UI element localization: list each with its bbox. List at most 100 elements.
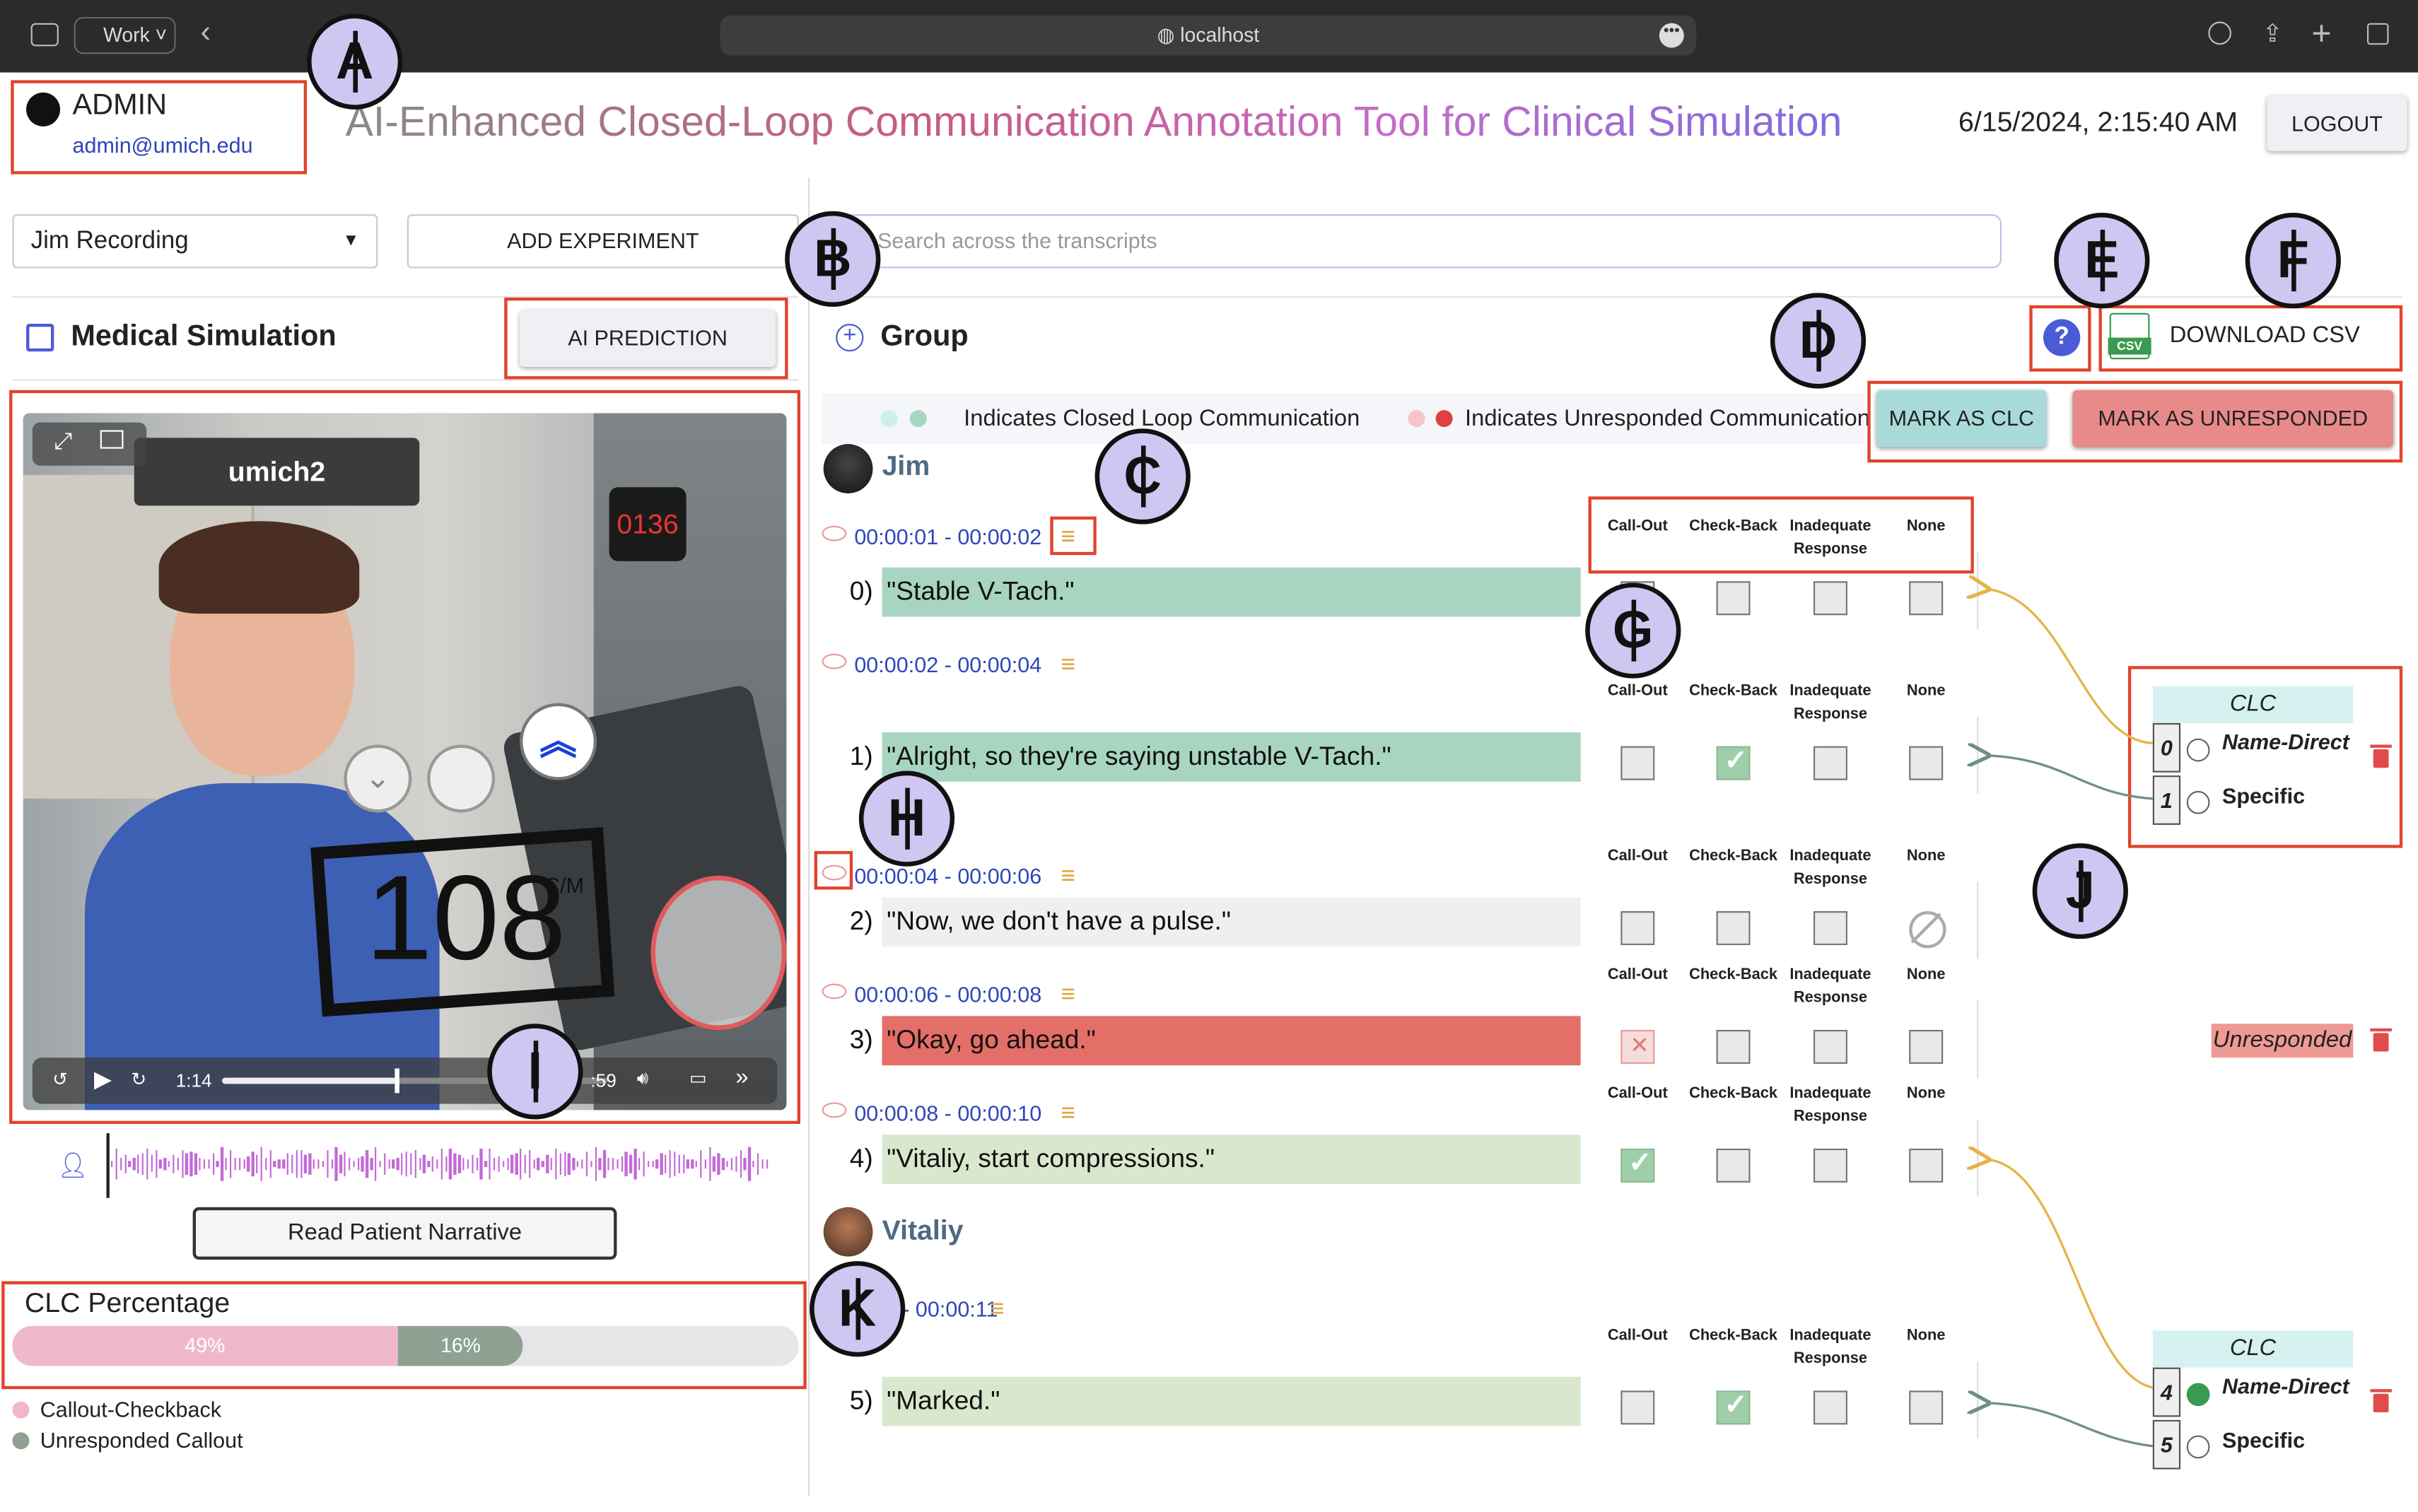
add-experiment-button[interactable]: ADD EXPERIMENT: [407, 214, 799, 269]
waveform-bar: [440, 1149, 443, 1179]
clc-row-radio[interactable]: [2186, 790, 2210, 814]
waveform-bar: [687, 1159, 689, 1168]
download-icon[interactable]: [2208, 21, 2232, 45]
fullscreen-icon[interactable]: ⤢: [54, 428, 72, 455]
label-checkbox[interactable]: [1813, 1390, 1847, 1425]
waveform-bar: [278, 1159, 281, 1168]
ai-prediction-button[interactable]: AI PREDICTION: [520, 310, 776, 368]
waveform-bar: [682, 1154, 685, 1174]
skip-icon[interactable]: »: [735, 1064, 748, 1090]
clc-row-radio-checked[interactable]: [2186, 1383, 2210, 1407]
visibility-icon[interactable]: [822, 653, 847, 669]
utterance-timestamp[interactable]: 00:00:02 - 00:00:04: [854, 652, 1041, 677]
utterance-text[interactable]: "Vitaliy, start compressions.": [882, 1135, 1581, 1185]
delete-unresponded-icon[interactable]: [2370, 1028, 2392, 1052]
edit-note-icon[interactable]: ≡: [1061, 652, 1075, 680]
user-email[interactable]: admin@umich.edu: [73, 133, 253, 158]
back-icon[interactable]: ‹: [201, 16, 211, 51]
workspace-tab-group[interactable]: Work ˅: [74, 16, 176, 54]
visibility-icon[interactable]: [822, 1102, 847, 1118]
logout-button[interactable]: LOGOUT: [2267, 95, 2407, 151]
label-checkbox[interactable]: [1620, 1390, 1655, 1425]
play-icon[interactable]: ▶: [94, 1065, 112, 1093]
clc-row-radio[interactable]: [2186, 1435, 2210, 1459]
read-narrative-button[interactable]: Read Patient Narrative: [192, 1207, 617, 1260]
mark-as-unresponded-button[interactable]: MARK AS UNRESPONDED: [2072, 389, 2394, 447]
label-checkbox[interactable]: [1909, 1148, 1944, 1183]
label-checkbox[interactable]: [1716, 1029, 1751, 1064]
share-icon[interactable]: ⇪: [2262, 18, 2283, 49]
utterance-text[interactable]: "Okay, go ahead.": [882, 1016, 1581, 1066]
help-icon[interactable]: ?: [2043, 319, 2081, 356]
label-checkbox-checked[interactable]: ✓: [1620, 1147, 1655, 1183]
utterance-text[interactable]: "Alright, so they're saying unstable V-T…: [882, 732, 1581, 782]
edit-note-icon[interactable]: ≡: [1061, 1101, 1075, 1128]
utterance-text[interactable]: "Marked.": [882, 1376, 1581, 1426]
utterance-timestamp[interactable]: 00:00:06 - 00:00:08: [854, 982, 1041, 1007]
picture-in-picture-icon[interactable]: [100, 430, 124, 449]
label-checkbox-checked[interactable]: ✓: [1716, 1389, 1751, 1425]
label-header-callout: Call-Out: [1607, 1085, 1668, 1103]
recording-select[interactable]: Jim Recording ▼: [12, 214, 378, 269]
utterance-timestamp[interactable]: 00:00:01 - 00:00:02: [854, 524, 1041, 549]
label-checkbox-rejected[interactable]: ✕: [1620, 1029, 1655, 1064]
rewind-icon[interactable]: ↺: [52, 1069, 68, 1091]
label-checkbox[interactable]: [1716, 911, 1751, 946]
volume-icon[interactable]: 🔊︎: [637, 1067, 648, 1090]
visibility-icon[interactable]: [822, 983, 847, 1000]
hud-fire-extinguisher-icon[interactable]: [427, 744, 496, 813]
mark-as-clc-button[interactable]: MARK AS CLC: [1876, 389, 2047, 447]
legend-unresp-text: Indicates Unresponded Communication: [1465, 405, 1870, 432]
callout-f: F: [2245, 212, 2341, 309]
waveform-bar: [194, 1153, 197, 1176]
edit-note-icon[interactable]: ≡: [990, 1296, 1004, 1324]
waveform-bar: [352, 1160, 355, 1168]
airplay-icon[interactable]: ▭: [689, 1067, 707, 1089]
waveform-bar: [124, 1155, 127, 1173]
waveform-bar: [357, 1157, 360, 1171]
edit-icon-frame: [1050, 516, 1097, 556]
edit-note-icon[interactable]: ≡: [1061, 863, 1075, 891]
utterance-text[interactable]: "Now, we don't have a pulse.": [882, 897, 1581, 947]
label-checkbox[interactable]: [1909, 1390, 1944, 1425]
hud-compressions-icon[interactable]: [650, 875, 787, 1030]
none-disabled-icon[interactable]: [1909, 911, 1946, 949]
utterance-timestamp[interactable]: 00:00:08 - 00:00:10: [854, 1101, 1041, 1125]
utterance-timestamp[interactable]: 00:00:04 - 00:00:06: [854, 863, 1041, 888]
audio-waveform[interactable]: [111, 1141, 774, 1187]
label-checkbox[interactable]: [1909, 1029, 1944, 1064]
seek-progress: [222, 1077, 396, 1084]
tabs-overview-icon[interactable]: [2366, 23, 2389, 45]
clc-row-radio[interactable]: [2186, 738, 2210, 762]
label-checkbox[interactable]: [1909, 746, 1944, 780]
new-tab-icon[interactable]: +: [2311, 14, 2331, 54]
label-checkbox[interactable]: [1716, 581, 1751, 616]
edit-note-icon[interactable]: ≡: [1061, 982, 1075, 1009]
delete-group-icon[interactable]: [2370, 1389, 2392, 1412]
seek-thumb[interactable]: [394, 1068, 399, 1094]
more-icon[interactable]: •••: [1659, 23, 1684, 48]
download-csv-button[interactable]: DOWNLOAD CSV: [2170, 322, 2360, 348]
search-input[interactable]: Search across the transcripts: [832, 214, 2002, 269]
forward-icon[interactable]: ↻: [131, 1069, 146, 1091]
label-checkbox[interactable]: [1620, 746, 1655, 780]
legend-dot-unresponded: [12, 1432, 30, 1450]
label-checkbox[interactable]: [1813, 1029, 1847, 1064]
label-checkbox[interactable]: [1909, 581, 1944, 616]
address-bar[interactable]: ◍ localhost: [720, 15, 1697, 56]
add-group-icon[interactable]: +: [836, 324, 864, 352]
label-checkbox[interactable]: [1620, 911, 1655, 946]
utterance-text[interactable]: "Stable V-Tach.": [882, 567, 1581, 617]
visibility-icon[interactable]: [822, 525, 847, 541]
hud-expand-up-icon[interactable]: ︽: [520, 703, 597, 780]
label-checkbox[interactable]: [1813, 746, 1847, 780]
label-checkbox[interactable]: [1716, 1148, 1751, 1183]
delete-group-icon[interactable]: [2370, 744, 2392, 768]
label-checkbox[interactable]: [1813, 581, 1847, 616]
label-checkbox[interactable]: [1813, 1148, 1847, 1183]
video-player[interactable]: 0136 umich2 ⌄ ︽ 108 C/M ⤢ ↺ ▶ ↻ 1:14 :59…: [23, 413, 787, 1110]
hud-collapse-chevron-icon[interactable]: ⌄: [344, 744, 412, 813]
label-checkbox[interactable]: [1813, 911, 1847, 946]
sidebar-toggle-icon[interactable]: [30, 23, 59, 47]
label-checkbox-checked[interactable]: ✓: [1716, 744, 1751, 780]
